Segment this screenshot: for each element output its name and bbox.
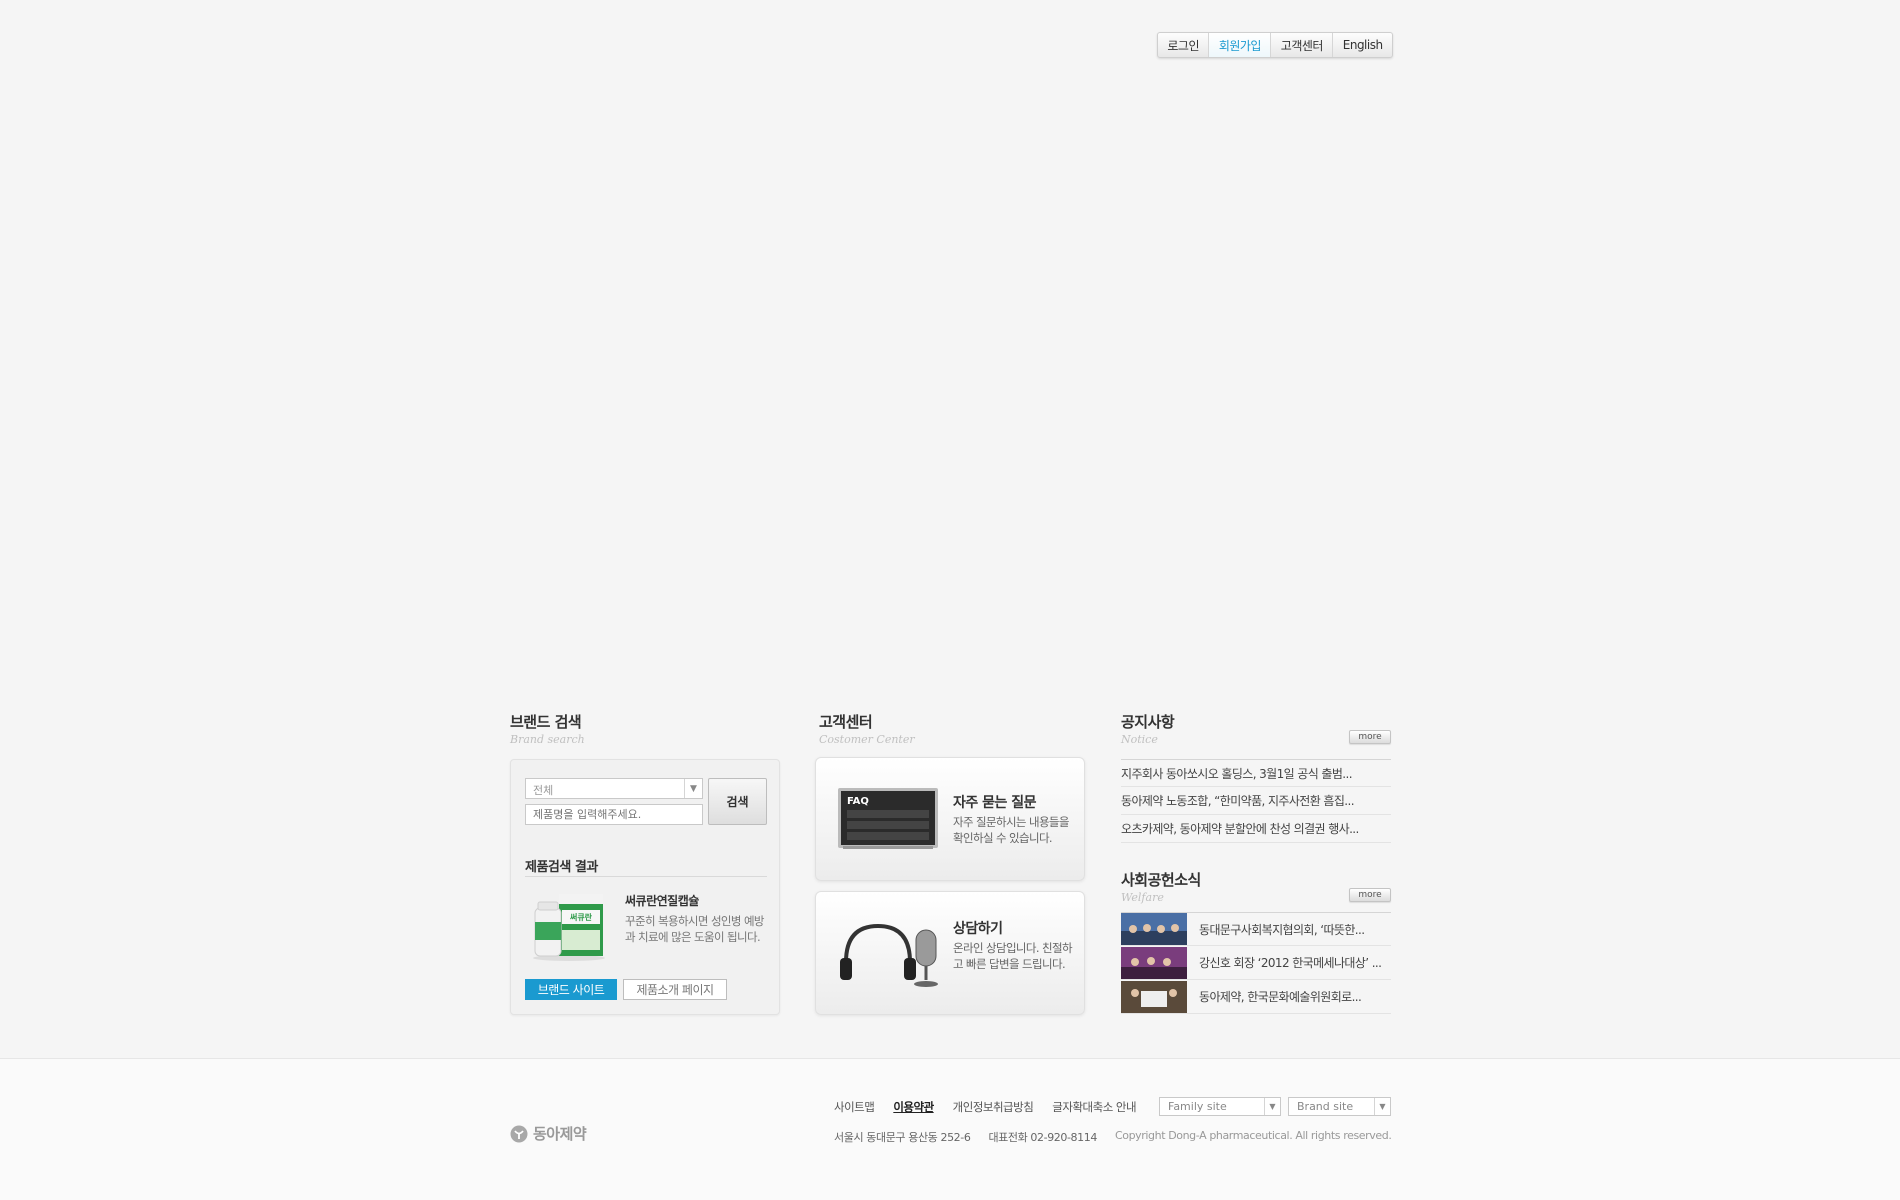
product-intro-button[interactable]: 제품소개 페이지 xyxy=(623,979,727,1000)
text-size-guide-link[interactable]: 글자확대축소 안내 xyxy=(1052,1099,1136,1115)
welfare-thumbnail-image xyxy=(1121,946,1187,979)
notice-subtitle: Notice xyxy=(1121,733,1158,746)
product-box-label: 써큐란 xyxy=(570,912,593,922)
brand-search-subtitle: Brand search xyxy=(510,733,585,746)
terms-link[interactable]: 이용약관 xyxy=(893,1099,934,1115)
faq-screen-label: FAQ xyxy=(847,796,869,807)
sitemap-link[interactable]: 사이트맵 xyxy=(834,1099,875,1115)
list-item[interactable]: 강신호 회장 ‘2012 한국메세나대상’ ... xyxy=(1121,946,1391,980)
footer-info: 서울시 동대문구 용산동 252-6 대표전화 02-920-8114 Copy… xyxy=(834,1129,1392,1145)
list-item[interactable]: 동아제약 노동조합, “한미약품, 지주사전환 흠집... xyxy=(1121,787,1391,815)
brand-site-select[interactable]: Brand site ▼ xyxy=(1288,1097,1391,1116)
logo-mark-icon xyxy=(510,1125,528,1142)
product-name: 써큐란연질캡슐 xyxy=(625,894,699,908)
login-link[interactable]: 로그인 xyxy=(1158,33,1210,57)
welfare-thumbnail-image xyxy=(1121,980,1187,1013)
consult-description: 온라인 상담입니다. 친절하고 빠른 답변을 드립니다. xyxy=(953,941,1073,971)
company-logo[interactable]: 동아제약 xyxy=(510,1123,587,1144)
search-result-title: 제품검색 결과 xyxy=(525,860,598,875)
faq-title: 자주 묻는 질문 xyxy=(953,795,1037,811)
list-item[interactable]: 오츠카제약, 동아제약 분할안에 찬성 의결권 행사... xyxy=(1121,815,1391,843)
consult-title: 상담하기 xyxy=(953,921,1003,937)
welfare-item-text: 동대문구사회복지협의회, ‘따뜻한... xyxy=(1199,922,1365,937)
category-select-value: 전체 xyxy=(533,784,554,797)
footer: 동아제약 사이트맵 이용약관 개인정보취급방침 글자확대축소 안내 Family… xyxy=(0,1058,1900,1200)
headset-microphone-icon xyxy=(840,923,938,987)
brand-site-value: Brand site xyxy=(1297,1100,1354,1113)
faq-card[interactable]: FAQ 자주 묻는 질문 자주 질문하시는 내용들을 확인하실 수 있습니다. xyxy=(815,757,1085,881)
welfare-more-button[interactable]: more xyxy=(1349,888,1391,902)
notice-more-button[interactable]: more xyxy=(1349,730,1391,744)
welfare-item-text: 동아제약, 한국문화예술위원회로... xyxy=(1199,990,1362,1004)
family-site-select[interactable]: Family site ▼ xyxy=(1159,1097,1281,1116)
faq-description: 자주 질문하시는 내용들을 확인하실 수 있습니다. xyxy=(953,815,1069,845)
welfare-item-text: 강신호 회장 ‘2012 한국메세나대상’ ... xyxy=(1199,956,1382,970)
company-phone: 대표전화 02-920-8114 xyxy=(988,1131,1097,1144)
brand-search-title: 브랜드 검색 xyxy=(510,713,582,731)
category-select[interactable]: 전체 ▼ xyxy=(525,778,703,799)
chevron-down-icon: ▼ xyxy=(684,779,702,798)
chevron-down-icon: ▼ xyxy=(1374,1098,1390,1115)
company-address: 서울시 동대문구 용산동 252-6 xyxy=(834,1131,971,1144)
customer-center-subtitle: Costomer Center xyxy=(819,733,915,746)
welfare-title: 사회공헌소식 xyxy=(1121,871,1201,889)
divider xyxy=(525,876,767,877)
list-item[interactable]: 동대문구사회복지협의회, ‘따뜻한... xyxy=(1121,912,1391,946)
chevron-down-icon: ▼ xyxy=(1264,1098,1280,1115)
top-utility-nav: 로그인 회원가입 고객센터 English xyxy=(1157,32,1393,58)
notice-list: 지주회사 동아쏘시오 홀딩스, 3월1일 공식 출범... 동아제약 노동조합,… xyxy=(1121,759,1391,843)
notice-title: 공지사항 xyxy=(1121,713,1175,731)
logo-text: 동아제약 xyxy=(533,1125,587,1143)
consult-card[interactable]: 상담하기 온라인 상담입니다. 친절하고 빠른 답변을 드립니다. xyxy=(815,891,1085,1015)
english-link[interactable]: English xyxy=(1333,33,1392,57)
list-item[interactable]: 동아제약, 한국문화예술위원회로... xyxy=(1121,980,1391,1014)
privacy-policy-link[interactable]: 개인정보취급방침 xyxy=(953,1099,1034,1115)
footer-links: 사이트맵 이용약관 개인정보취급방침 글자확대축소 안내 xyxy=(834,1099,1137,1115)
signup-link[interactable]: 회원가입 xyxy=(1209,33,1272,57)
faq-monitor-icon: FAQ xyxy=(838,788,938,849)
welfare-thumbnail-image xyxy=(1121,913,1187,945)
brand-search-panel: 전체 ▼ 검색 제품검색 결과 써큐란 써큐란연질캡슐 꾸준히 복용하시면 성인… xyxy=(510,759,780,1015)
welfare-list: 동대문구사회복지협의회, ‘따뜻한... 강신호 회장 ‘2012 한국메세나대… xyxy=(1121,912,1391,1014)
family-site-value: Family site xyxy=(1168,1100,1227,1113)
product-search-input[interactable] xyxy=(525,804,703,825)
customer-center-link[interactable]: 고객센터 xyxy=(1271,33,1334,57)
welfare-subtitle: Welfare xyxy=(1121,891,1164,904)
list-item[interactable]: 지주회사 동아쏘시오 홀딩스, 3월1일 공식 출범... xyxy=(1121,759,1391,787)
copyright-text: Copyright Dong-A pharmaceutical. All rig… xyxy=(1114,1129,1392,1142)
brand-site-button[interactable]: 브랜드 사이트 xyxy=(525,979,617,1000)
customer-center-title: 고객센터 xyxy=(819,713,873,731)
product-image: 써큐란 xyxy=(533,894,605,961)
search-button[interactable]: 검색 xyxy=(708,778,767,825)
product-description: 꾸준히 복용하시면 성인병 예방과 치료에 많은 도움이 됩니다. xyxy=(625,914,765,944)
